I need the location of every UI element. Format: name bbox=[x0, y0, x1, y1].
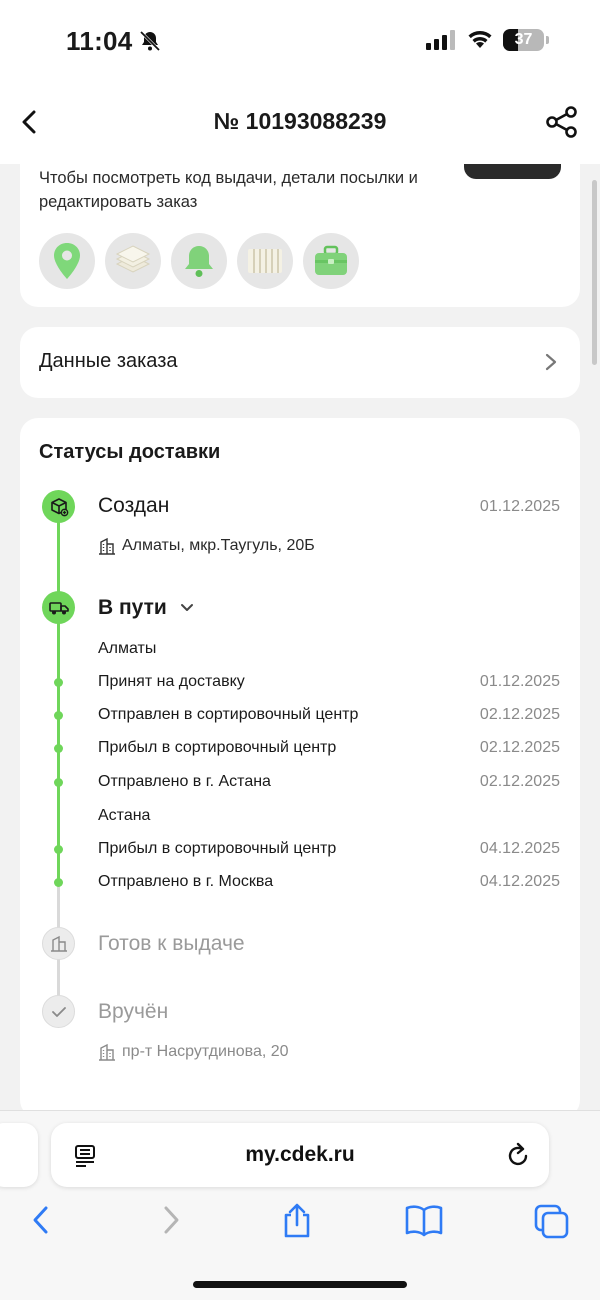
barcode-icon bbox=[237, 233, 293, 289]
share-button[interactable] bbox=[544, 104, 580, 145]
event-text: Прибыл в сортировочный центр bbox=[98, 840, 337, 857]
delivered-address: пр-т Насрутдинова, 20 bbox=[98, 1043, 289, 1061]
briefcase-icon bbox=[303, 233, 359, 289]
info-card: Чтобы посмотреть код выдачи, детали посы… bbox=[20, 150, 580, 307]
statuses-title: Статусы доставки bbox=[39, 441, 221, 463]
page-title: № 10193088239 bbox=[213, 108, 387, 134]
building-icon bbox=[99, 537, 115, 555]
event-text: Отправлено в г. Москва bbox=[98, 873, 274, 890]
share-page-button[interactable] bbox=[280, 1203, 314, 1244]
created-address: Алматы, мкр.Таугуль, 20Б bbox=[98, 537, 315, 555]
url-text: my.cdek.ru bbox=[245, 1143, 355, 1166]
event-dot bbox=[54, 711, 63, 720]
signal-icon bbox=[426, 30, 455, 50]
info-hint: Чтобы посмотреть код выдачи, детали посы… bbox=[39, 169, 418, 211]
event-dot bbox=[54, 845, 63, 854]
delivery-statuses-card: Статусы доставки Создан 01.12.2025 Алмат… bbox=[20, 418, 580, 1118]
bell-icon bbox=[171, 233, 227, 289]
browser-forward-button[interactable] bbox=[158, 1203, 184, 1242]
timeline-line-done bbox=[57, 522, 60, 886]
building-icon bbox=[99, 1043, 115, 1061]
tabs-icon bbox=[534, 1204, 569, 1239]
city-astana: Астана bbox=[98, 807, 151, 824]
document-stack-icon bbox=[105, 233, 161, 289]
event-date: 01.12.2025 bbox=[479, 673, 560, 690]
event-text: Отправлено в г. Астана bbox=[98, 773, 271, 790]
pickup-point-icon bbox=[42, 927, 75, 960]
order-data-link[interactable]: Данные заказа bbox=[20, 327, 580, 398]
share-up-icon bbox=[284, 1203, 310, 1238]
feature-icons bbox=[39, 233, 359, 289]
created-address-text: Алматы, мкр.Таугуль, 20Б bbox=[122, 537, 315, 554]
event-date: 02.12.2025 bbox=[479, 773, 560, 790]
stage-created-date: 01.12.2025 bbox=[479, 498, 560, 515]
bell-muted-icon bbox=[138, 29, 162, 58]
location-pin-icon bbox=[39, 233, 95, 289]
event-date: 04.12.2025 bbox=[479, 840, 560, 857]
event-date: 02.12.2025 bbox=[479, 739, 560, 756]
chevron-right-icon bbox=[544, 352, 558, 377]
stage-delivered-label: Вручён bbox=[98, 1000, 169, 1023]
share-icon bbox=[546, 106, 577, 138]
stage-created-label: Создан bbox=[98, 494, 170, 517]
event-dot bbox=[54, 878, 63, 887]
chevron-down-icon bbox=[180, 604, 193, 612]
event-date: 04.12.2025 bbox=[479, 873, 560, 890]
status-bar: 11:04 37 bbox=[0, 0, 600, 82]
delivered-address-text: пр-т Насрутдинова, 20 bbox=[122, 1043, 289, 1060]
scrollbar[interactable] bbox=[592, 180, 597, 365]
order-data-label: Данные заказа bbox=[39, 350, 178, 372]
event-text: Прибыл в сортировочный центр bbox=[98, 739, 337, 756]
previous-tab[interactable] bbox=[0, 1123, 38, 1187]
browser-back-button[interactable] bbox=[28, 1203, 54, 1242]
event-dot bbox=[54, 778, 63, 787]
stage-in-transit-toggle[interactable]: В пути bbox=[98, 596, 195, 620]
battery-icon: 37 bbox=[503, 29, 549, 51]
truck-icon bbox=[42, 591, 75, 624]
check-icon bbox=[42, 995, 75, 1028]
address-bar[interactable]: my.cdek.ru bbox=[51, 1123, 549, 1187]
event-text: Отправлен в сортировочный центр bbox=[98, 706, 359, 723]
event-date: 02.12.2025 bbox=[479, 706, 560, 723]
chevron-right-icon bbox=[164, 1206, 179, 1234]
event-dot bbox=[54, 744, 63, 753]
home-indicator[interactable] bbox=[193, 1281, 407, 1288]
tabs-button[interactable] bbox=[533, 1203, 571, 1244]
stage-ready-label: Готов к выдаче bbox=[98, 932, 245, 955]
chevron-left-icon bbox=[33, 1206, 48, 1234]
book-icon bbox=[405, 1205, 443, 1237]
battery-level: 37 bbox=[514, 31, 533, 48]
event-dot bbox=[54, 678, 63, 687]
wifi-icon bbox=[466, 28, 494, 55]
login-button[interactable] bbox=[464, 164, 561, 179]
status-time: 11:04 bbox=[66, 26, 133, 56]
browser-toolbar: my.cdek.ru bbox=[0, 1110, 600, 1300]
city-almaty: Алматы bbox=[98, 640, 157, 657]
bookmarks-button[interactable] bbox=[404, 1203, 444, 1242]
stage-in-transit-label: В пути bbox=[98, 596, 167, 619]
box-plus-icon bbox=[42, 490, 75, 523]
reload-icon[interactable] bbox=[505, 1141, 531, 1174]
event-text: Принят на доставку bbox=[98, 673, 245, 690]
